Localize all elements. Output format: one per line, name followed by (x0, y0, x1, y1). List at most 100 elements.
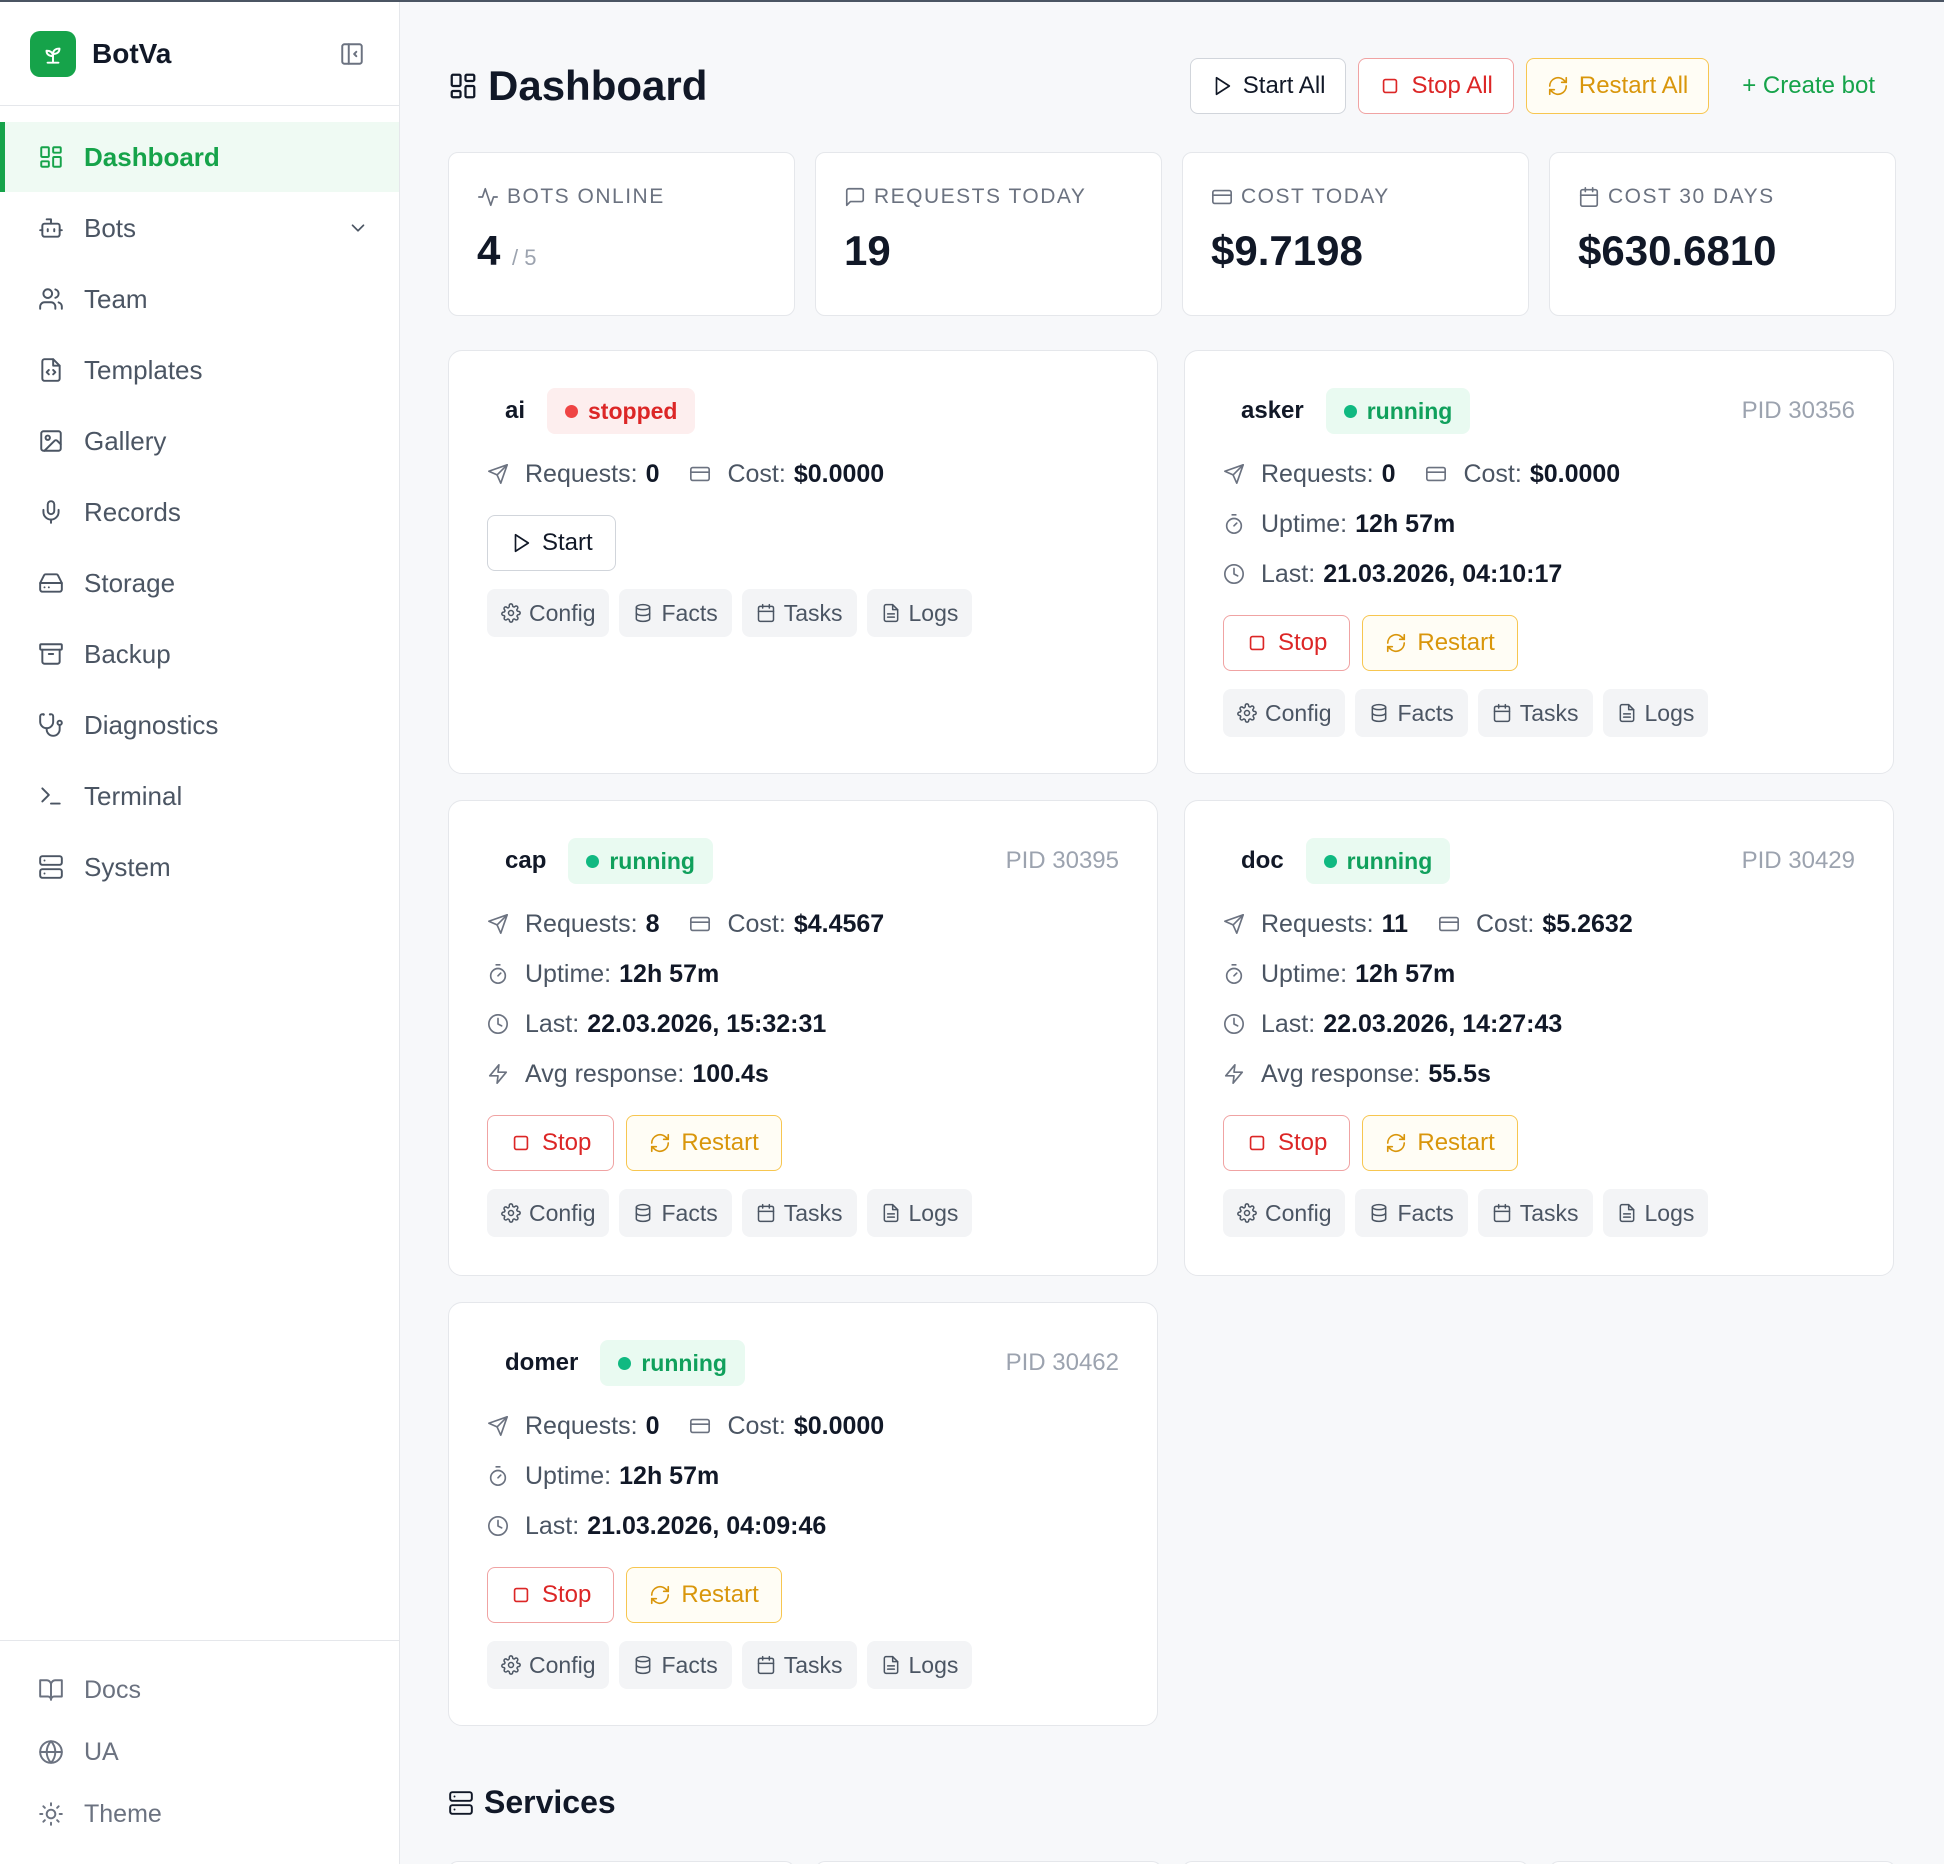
stop-button[interactable]: Stop (487, 1567, 615, 1623)
tasks-button[interactable]: Tasks (741, 589, 857, 637)
sidebar-item-system[interactable]: System (0, 832, 399, 902)
tool-label: Facts (661, 1651, 718, 1678)
pid-label: PID 30356 (1741, 397, 1855, 424)
card-tools: Config Facts Tasks Logs (487, 1641, 1119, 1689)
chevron-down-icon[interactable] (347, 217, 369, 239)
facts-button[interactable]: Facts (1355, 1189, 1468, 1237)
sidebar-item-backup[interactable]: Backup (0, 619, 399, 689)
stop-button[interactable]: Stop (487, 1115, 615, 1171)
tasks-button[interactable]: Tasks (1477, 689, 1593, 737)
clock-icon (1224, 564, 1244, 584)
file-text-icon (883, 1203, 898, 1223)
requests-cost-row: Requests: 0 Cost: $0.0000 (1223, 449, 1855, 499)
last-label: Last: (525, 1009, 580, 1038)
start-all-button[interactable]: Start All (1189, 58, 1347, 114)
uptime-value: 12h 57m (619, 1461, 720, 1490)
restart-button[interactable]: Restart (1362, 615, 1518, 671)
start-button[interactable]: Start (487, 515, 616, 571)
config-button[interactable]: Config (1223, 689, 1346, 737)
database-icon (636, 603, 651, 623)
stat-value: $630.6810 (1578, 227, 1777, 274)
sidebar-item-records[interactable]: Records (0, 477, 399, 547)
button-label: Restart (681, 1581, 759, 1608)
sidebar-item-storage[interactable]: Storage (0, 548, 399, 618)
uptime-label: Uptime: (1261, 959, 1348, 988)
logs-button[interactable]: Logs (866, 1641, 973, 1689)
restart-all-button[interactable]: Restart All (1525, 58, 1710, 114)
sidebar-item-dashboard[interactable]: Dashboard (0, 122, 399, 192)
facts-button[interactable]: Facts (1355, 689, 1468, 737)
logs-button[interactable]: Logs (1602, 689, 1709, 737)
facts-button[interactable]: Facts (619, 1189, 732, 1237)
logs-button[interactable]: Logs (866, 1189, 973, 1237)
credit-card-icon (1426, 466, 1447, 482)
send-icon (1224, 464, 1244, 484)
restart-button[interactable]: Restart (626, 1115, 782, 1171)
sidebar-item-bots[interactable]: Bots (0, 193, 399, 263)
stop-button[interactable]: Stop (1223, 1115, 1351, 1171)
stethoscope-icon (39, 713, 63, 737)
requests-label: Requests: (525, 909, 638, 938)
sidebar-item-docs[interactable]: Docs (0, 1659, 399, 1721)
sidebar-item-diagnostics[interactable]: Diagnostics (0, 690, 399, 760)
refresh-icon (1387, 633, 1406, 653)
timer-icon (489, 1466, 507, 1486)
stat-sub: / 5 (512, 245, 537, 270)
facts-button[interactable]: Facts (619, 589, 732, 637)
collapse-sidebar-button[interactable] (335, 37, 369, 71)
stop-button[interactable]: Stop (1223, 615, 1351, 671)
logs-button[interactable]: Logs (1602, 1189, 1709, 1237)
restart-button[interactable]: Restart (1362, 1115, 1518, 1171)
create-bot-button[interactable]: + Create bot (1721, 58, 1896, 114)
gear-icon (501, 1203, 521, 1223)
last-value: 22.03.2026, 15:32:31 (587, 1009, 827, 1038)
requests-cost-row: Requests: 11 Cost: $5.2632 (1223, 899, 1855, 949)
tasks-button[interactable]: Tasks (741, 1641, 857, 1689)
card-header: asker running PID 30356 (1223, 387, 1855, 435)
sidebar-item-team[interactable]: Team (0, 264, 399, 334)
sidebar-item-gallery[interactable]: Gallery (0, 406, 399, 476)
sun-icon (39, 1802, 63, 1826)
app-name: BotVa (92, 37, 172, 69)
config-button[interactable]: Config (1223, 1189, 1346, 1237)
last-label: Last: (525, 1511, 580, 1540)
dashboard-icon (40, 146, 62, 168)
button-label: Stop (1278, 629, 1328, 656)
config-button[interactable]: Config (487, 1189, 610, 1237)
sidebar-item-templates[interactable]: Templates (0, 335, 399, 405)
requests-label: Requests: (525, 459, 638, 488)
status-dot (1343, 404, 1357, 418)
tasks-button[interactable]: Tasks (741, 1189, 857, 1237)
button-label: + Create bot (1742, 72, 1875, 99)
panel-left-close-icon (341, 42, 363, 65)
last-value: 21.03.2026, 04:09:46 (587, 1511, 827, 1540)
status-text: running (1366, 397, 1453, 424)
bot-card-asker: asker running PID 30356 Requests: 0 Cost:… (1184, 350, 1894, 774)
tool-label: Logs (1644, 699, 1695, 726)
last-value: 21.03.2026, 04:10:17 (1323, 559, 1563, 588)
square-icon (1383, 78, 1398, 94)
stop-all-button[interactable]: Stop All (1358, 58, 1514, 114)
theme-toggle[interactable]: Theme (0, 1783, 399, 1845)
tool-label: Facts (1397, 699, 1454, 726)
cost-value: $4.4567 (793, 909, 885, 938)
config-button[interactable]: Config (487, 1641, 610, 1689)
config-button[interactable]: Config (487, 589, 610, 637)
tasks-button[interactable]: Tasks (1477, 1189, 1593, 1237)
uptime-value: 12h 57m (1355, 959, 1456, 988)
sidebar-item-terminal[interactable]: Terminal (0, 761, 399, 831)
message-square-icon (845, 187, 865, 207)
image-icon (40, 430, 62, 452)
database-icon (636, 1655, 651, 1675)
restart-button[interactable]: Restart (626, 1567, 782, 1623)
logs-button[interactable]: Logs (866, 589, 973, 637)
main-content: Dashboard Start All Stop All Restart All… (448, 2, 1896, 1864)
facts-button[interactable]: Facts (619, 1641, 732, 1689)
tool-label: Tasks (783, 1199, 843, 1226)
services-title: Services (484, 1784, 616, 1820)
status-badge: stopped (547, 388, 696, 434)
timer-icon (489, 964, 507, 984)
credit-card-icon (1439, 916, 1459, 932)
card-tools: Config Facts Tasks Logs (487, 1189, 1119, 1237)
language-switcher[interactable]: UA (0, 1721, 399, 1783)
